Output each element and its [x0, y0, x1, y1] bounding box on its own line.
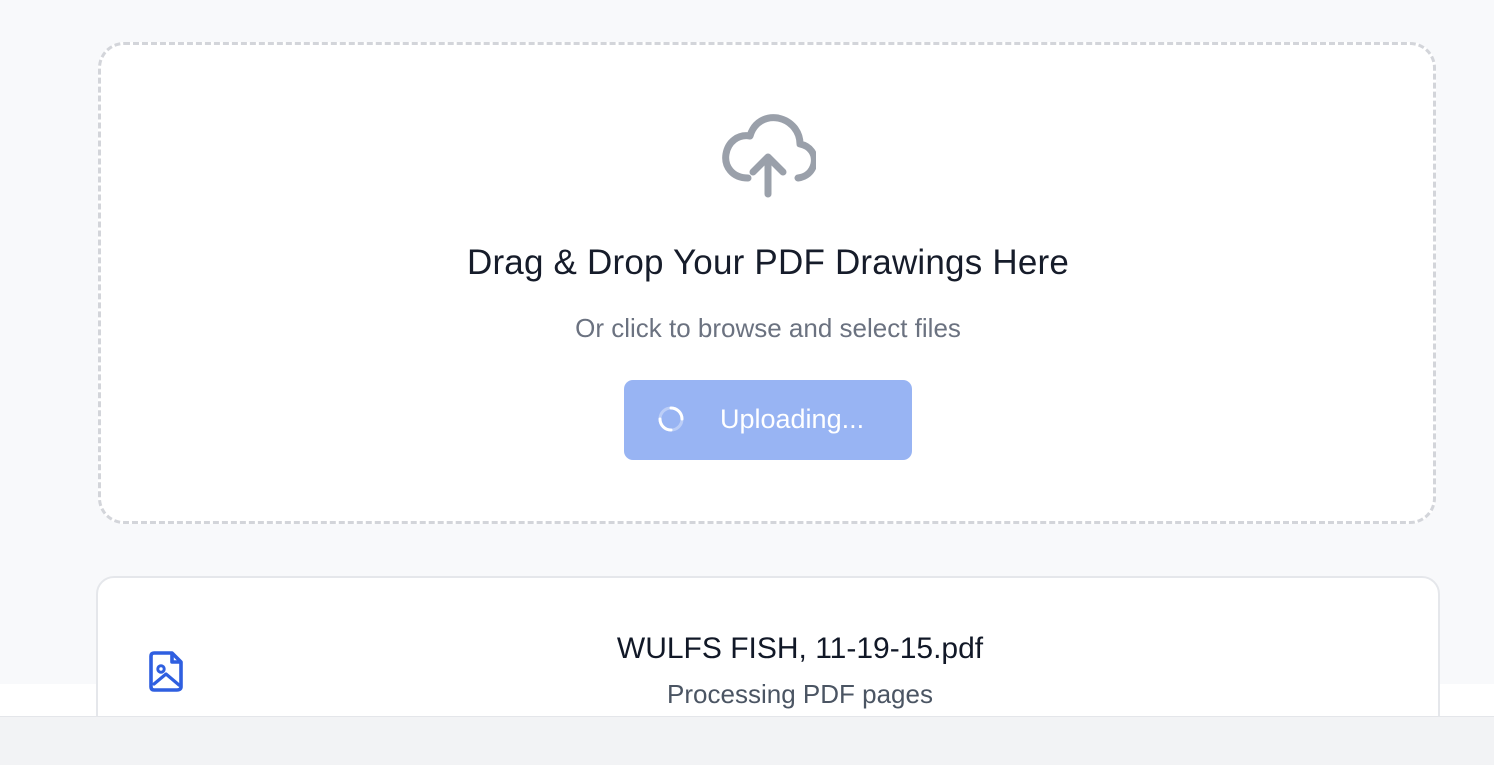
- file-image-icon: [149, 651, 183, 692]
- dropzone-subtitle[interactable]: Or click to browse and select files: [0, 313, 1494, 344]
- dropzone-title: Drag & Drop Your PDF Drawings Here: [466, 243, 1070, 282]
- file-name: WULFS FISH, 11-19-15.pdf: [616, 632, 984, 665]
- loading-spinner-icon: [658, 406, 684, 432]
- file-status: Processing PDF pages: [667, 679, 933, 709]
- upload-button-label: Uploading...: [720, 404, 865, 434]
- content-viewport: Drag & Drop Your PDF Drawings Here Or cl…: [0, 0, 1494, 716]
- main-content: Drag & Drop Your PDF Drawings Here Or cl…: [0, 0, 1494, 716]
- upload-button[interactable]: Uploading...: [624, 380, 912, 460]
- cloud-upload-icon: [722, 114, 816, 198]
- bottom-bar: [0, 716, 1494, 765]
